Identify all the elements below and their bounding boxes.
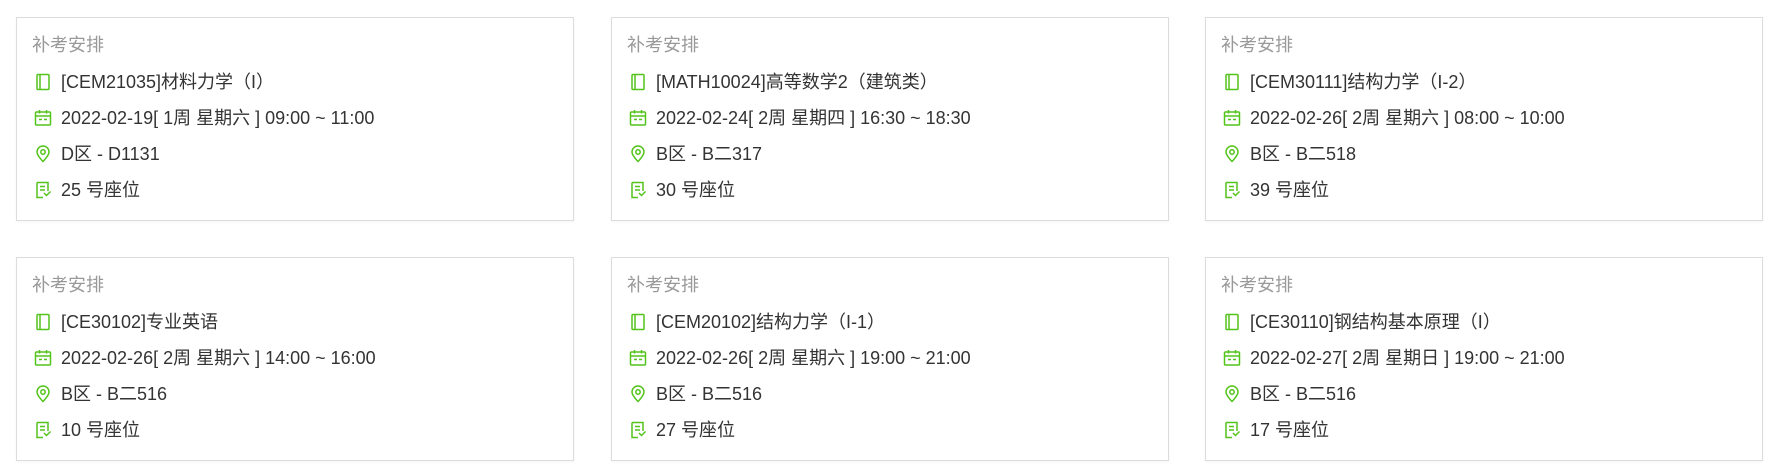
location-pin-icon — [629, 385, 647, 403]
location-pin-icon — [34, 385, 52, 403]
location-pin-icon — [1223, 385, 1241, 403]
seat-receipt-icon — [34, 181, 52, 199]
seat-number: 39 号座位 — [1250, 180, 1330, 200]
exam-arrangement-grid: 补考安排 [CEM21035]材料力学（I） 2022-02-19[ 1周 星期… — [0, 0, 1787, 468]
book-icon — [1223, 313, 1241, 331]
card-title: 补考安排 — [1221, 275, 1293, 295]
seat-receipt-icon — [629, 181, 647, 199]
location-row: B区 - B二516 — [629, 383, 762, 405]
course-row: [CE30102]专业英语 — [34, 311, 218, 333]
time-row: 2022-02-24[ 2周 星期四 ] 16:30 ~ 18:30 — [629, 107, 971, 129]
location-pin-icon — [34, 145, 52, 163]
course-row: [CEM20102]结构力学（I-1） — [629, 311, 885, 333]
exam-card[interactable]: 补考安排 [MATH10024]高等数学2（建筑类） 2022-02-24[ 2… — [611, 17, 1169, 221]
seat-row: 10 号座位 — [34, 419, 140, 441]
exam-card[interactable]: 补考安排 [CEM20102]结构力学（I-1） 2022-02-26[ 2周 … — [611, 257, 1169, 461]
seat-receipt-icon — [1223, 181, 1241, 199]
course-name: [CEM20102]结构力学（I-1） — [656, 312, 886, 332]
exam-card[interactable]: 补考安排 [CE30102]专业英语 2022-02-26[ 2周 星期六 ] … — [16, 257, 574, 461]
seat-row: 17 号座位 — [1223, 419, 1329, 441]
exam-location: B区 - B二516 — [61, 384, 168, 404]
seat-number: 25 号座位 — [61, 180, 141, 200]
seat-row: 25 号座位 — [34, 179, 140, 201]
calendar-icon — [629, 109, 647, 127]
course-name: [CEM21035]材料力学（I） — [61, 72, 275, 92]
course-name: [CE30102]专业英语 — [61, 312, 219, 332]
seat-receipt-icon — [1223, 421, 1241, 439]
location-row: B区 - B二317 — [629, 143, 762, 165]
exam-time: 2022-02-26[ 2周 星期六 ] 08:00 ~ 10:00 — [1250, 108, 1565, 128]
exam-location: B区 - B二516 — [656, 384, 763, 404]
course-row: [MATH10024]高等数学2（建筑类） — [629, 71, 938, 93]
time-row: 2022-02-26[ 2周 星期六 ] 08:00 ~ 10:00 — [1223, 107, 1565, 129]
location-row: B区 - B二518 — [1223, 143, 1356, 165]
seat-number: 30 号座位 — [656, 180, 736, 200]
card-title: 补考安排 — [32, 275, 104, 295]
course-name: [CE30110]钢结构基本原理（I） — [1250, 312, 1501, 332]
book-icon — [629, 73, 647, 91]
card-title: 补考安排 — [1221, 35, 1293, 55]
book-icon — [34, 313, 52, 331]
exam-location: D区 - D1131 — [61, 144, 160, 164]
exam-location: B区 - B二518 — [1250, 144, 1357, 164]
location-pin-icon — [1223, 145, 1241, 163]
exam-location: B区 - B二516 — [1250, 384, 1357, 404]
seat-row: 30 号座位 — [629, 179, 735, 201]
card-title: 补考安排 — [627, 275, 699, 295]
location-row: B区 - B二516 — [1223, 383, 1356, 405]
time-row: 2022-02-26[ 2周 星期六 ] 14:00 ~ 16:00 — [34, 347, 376, 369]
exam-location: B区 - B二317 — [656, 144, 763, 164]
exam-card[interactable]: 补考安排 [CE30110]钢结构基本原理（I） 2022-02-27[ 2周 … — [1205, 257, 1763, 461]
card-title: 补考安排 — [32, 35, 104, 55]
calendar-icon — [1223, 109, 1241, 127]
seat-row: 27 号座位 — [629, 419, 735, 441]
calendar-icon — [1223, 349, 1241, 367]
book-icon — [34, 73, 52, 91]
exam-card[interactable]: 补考安排 [CEM21035]材料力学（I） 2022-02-19[ 1周 星期… — [16, 17, 574, 221]
course-name: [MATH10024]高等数学2（建筑类） — [656, 72, 938, 92]
time-row: 2022-02-26[ 2周 星期六 ] 19:00 ~ 21:00 — [629, 347, 971, 369]
course-row: [CEM21035]材料力学（I） — [34, 71, 274, 93]
calendar-icon — [629, 349, 647, 367]
course-name: [CEM30111]结构力学（I-2） — [1250, 72, 1477, 92]
seat-row: 39 号座位 — [1223, 179, 1329, 201]
book-icon — [1223, 73, 1241, 91]
calendar-icon — [34, 349, 52, 367]
time-row: 2022-02-19[ 1周 星期六 ] 09:00 ~ 11:00 — [34, 107, 374, 129]
exam-time: 2022-02-19[ 1周 星期六 ] 09:00 ~ 11:00 — [61, 108, 375, 128]
seat-receipt-icon — [629, 421, 647, 439]
location-row: D区 - D1131 — [34, 143, 160, 165]
calendar-icon — [34, 109, 52, 127]
seat-number: 17 号座位 — [1250, 420, 1330, 440]
exam-card[interactable]: 补考安排 [CEM30111]结构力学（I-2） 2022-02-26[ 2周 … — [1205, 17, 1763, 221]
location-pin-icon — [629, 145, 647, 163]
book-icon — [629, 313, 647, 331]
seat-number: 10 号座位 — [61, 420, 141, 440]
exam-time: 2022-02-26[ 2周 星期六 ] 14:00 ~ 16:00 — [61, 348, 376, 368]
exam-time: 2022-02-27[ 2周 星期日 ] 19:00 ~ 21:00 — [1250, 348, 1565, 368]
card-title: 补考安排 — [627, 35, 699, 55]
course-row: [CEM30111]结构力学（I-2） — [1223, 71, 1476, 93]
seat-number: 27 号座位 — [656, 420, 736, 440]
exam-time: 2022-02-26[ 2周 星期六 ] 19:00 ~ 21:00 — [656, 348, 971, 368]
time-row: 2022-02-27[ 2周 星期日 ] 19:00 ~ 21:00 — [1223, 347, 1565, 369]
course-row: [CE30110]钢结构基本原理（I） — [1223, 311, 1501, 333]
seat-receipt-icon — [34, 421, 52, 439]
exam-time: 2022-02-24[ 2周 星期四 ] 16:30 ~ 18:30 — [656, 108, 971, 128]
location-row: B区 - B二516 — [34, 383, 167, 405]
